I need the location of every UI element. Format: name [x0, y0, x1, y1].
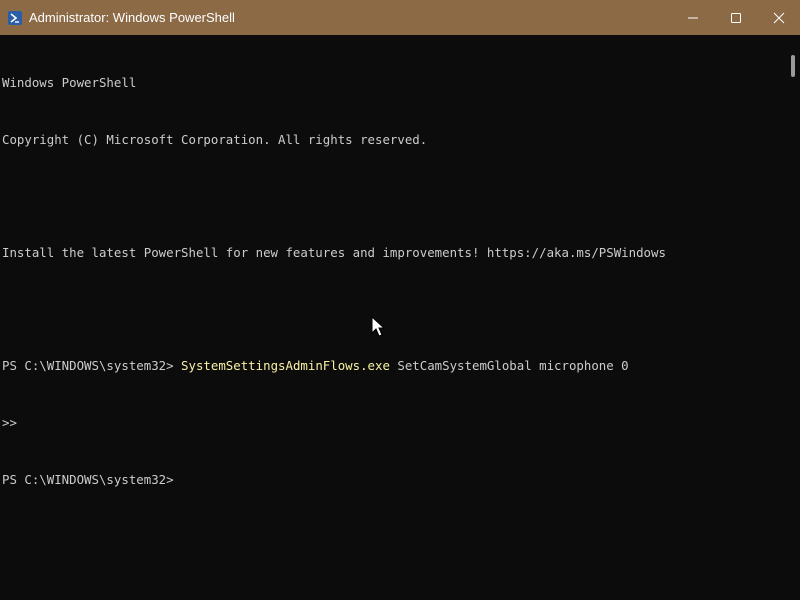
minimize-button[interactable] [671, 0, 714, 35]
maximize-button[interactable] [714, 0, 757, 35]
current-prompt[interactable]: PS C:\WINDOWS\system32> [2, 471, 786, 490]
mouse-pointer-icon [371, 316, 385, 337]
close-icon [773, 12, 784, 23]
powershell-icon[interactable] [8, 10, 22, 25]
vertical-scrollbar[interactable] [786, 35, 800, 600]
continuation-prompt: >> [2, 415, 17, 431]
powershell-window: Administrator: Windows PowerShell Window… [0, 0, 800, 600]
scroll-up-arrow-icon[interactable] [789, 39, 797, 45]
scroll-thumb[interactable] [791, 55, 795, 77]
console-install-hint: Install the latest PowerShell for new fe… [2, 244, 666, 260]
caption-buttons [671, 0, 800, 35]
minimize-icon [687, 17, 698, 18]
window-title: Administrator: Windows PowerShell [29, 10, 235, 25]
command-executable: SystemSettingsAdminFlows.exe [181, 358, 390, 374]
console-header-line: Windows PowerShell [2, 74, 137, 90]
command-arguments: SetCamSystemGlobal microphone 0 [389, 358, 629, 374]
maximize-icon [730, 12, 741, 23]
console-copyright-line: Copyright (C) Microsoft Corporation. All… [2, 131, 428, 147]
console-output[interactable]: Windows PowerShell Copyright (C) Microso… [0, 35, 786, 600]
console-command-line: PS C:\WINDOWS\system32> SystemSettingsAd… [2, 357, 786, 376]
close-button[interactable] [757, 0, 800, 35]
prompt-text: PS C:\WINDOWS\system32> [2, 358, 182, 374]
title-bar[interactable]: Administrator: Windows PowerShell [0, 0, 800, 35]
